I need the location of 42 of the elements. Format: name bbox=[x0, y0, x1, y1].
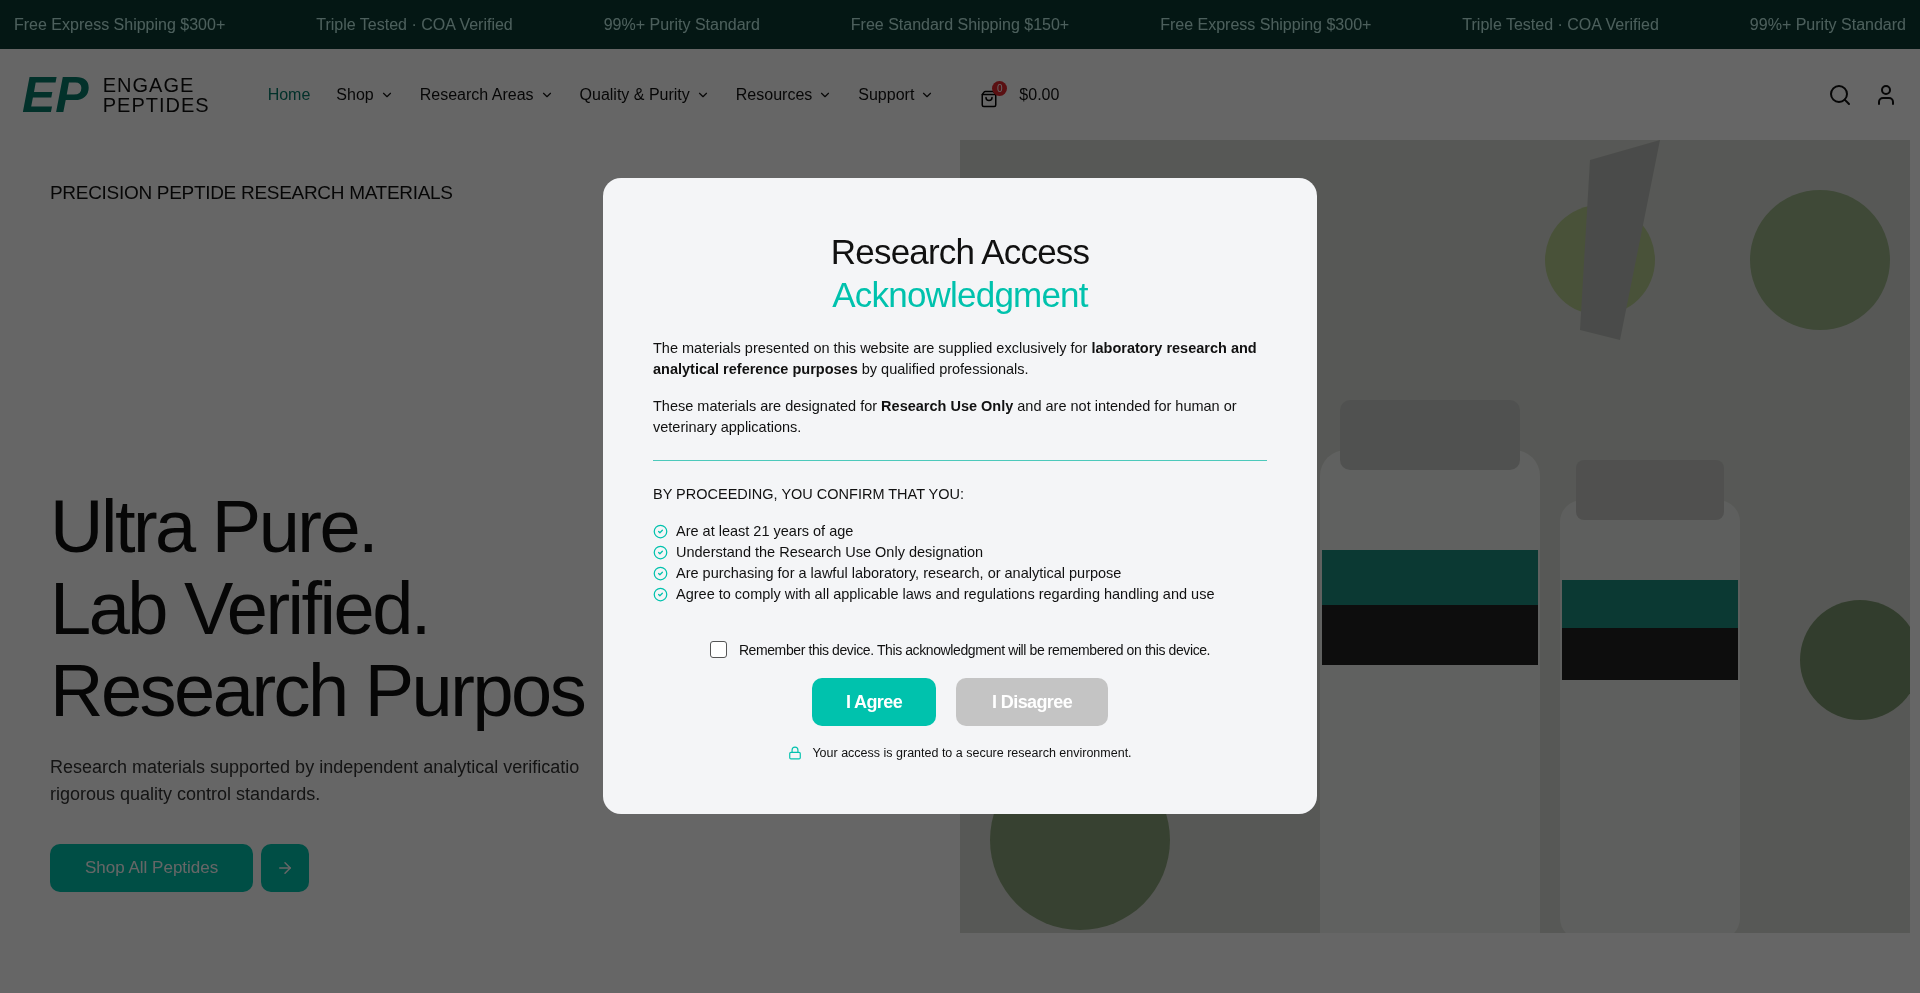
nav-link[interactable]: Home bbox=[267, 85, 311, 104]
hero-heading: Ultra Pure. Lab Verified. Research Purpos bbox=[50, 486, 585, 732]
shop-all-button[interactable]: Shop All Peptides bbox=[50, 844, 254, 892]
logo-text: PEPTIDES bbox=[102, 94, 210, 115]
announcement-text: Free Express Shipping $300+ bbox=[14, 15, 226, 34]
nav-link[interactable]: Shop bbox=[336, 85, 394, 104]
confirm-item: Understand the Research Use Only designation bbox=[676, 543, 984, 561]
cart-total: $0.00 bbox=[1019, 85, 1060, 104]
modal-subtitle: Acknowledgment bbox=[831, 274, 1090, 316]
eyebrow-text: PRECISION PEPTIDE RESEARCH MATERIALS bbox=[50, 182, 454, 204]
modal-paragraph: The materials presented on this website are supplied exclusively for laboratory research and analytical reference purposes by qualified professionals. bbox=[653, 339, 1258, 379]
announcement-text: 99%+ Purity Standard bbox=[1749, 15, 1906, 34]
remember-label: Remember this device. This acknowledgment will be remembered on this device. bbox=[738, 641, 1211, 658]
nav-link[interactable]: Support bbox=[858, 85, 935, 104]
footer-note: Your access is granted to a secure research environment. bbox=[812, 746, 1132, 760]
disagree-button[interactable]: I Disagree bbox=[956, 678, 1109, 726]
cart-count-badge: 0 bbox=[992, 81, 1008, 96]
search-icon[interactable] bbox=[1828, 82, 1852, 107]
check-circle-icon bbox=[653, 544, 668, 560]
check-circle-icon bbox=[653, 523, 668, 539]
remember-checkbox[interactable] bbox=[709, 641, 727, 658]
announcement-text: Triple Tested · COA Verified bbox=[1462, 15, 1659, 34]
nav-link[interactable]: Quality & Purity bbox=[579, 85, 710, 104]
announcement-text: Triple Tested · COA Verified bbox=[316, 15, 513, 34]
modal-title: Research Access bbox=[829, 231, 1091, 273]
check-circle-icon bbox=[653, 586, 668, 602]
logo-text: ENGAGE bbox=[102, 74, 196, 95]
hero-description: Research materials supported by independent analytical verificatio rigorous quality control standards. bbox=[50, 756, 580, 806]
lock-icon bbox=[788, 746, 803, 760]
confirm-heading: BY PROCEEDING, YOU CONFIRM THAT YOU: bbox=[653, 486, 965, 502]
announcement-text: Free Express Shipping $300+ bbox=[1160, 15, 1372, 34]
logo-mark[interactable]: EP bbox=[22, 69, 97, 120]
agree-button[interactable]: I Agree bbox=[811, 678, 937, 726]
nav-link[interactable]: Research Areas bbox=[419, 85, 554, 104]
check-circle-icon bbox=[653, 565, 668, 581]
confirm-item: Agree to comply with all applicable laws and regulations regarding handling and use bbox=[676, 585, 1215, 603]
announcement-text: 99%+ Purity Standard bbox=[603, 15, 760, 34]
confirm-item: Are purchasing for a lawful laboratory, research, or analytical purpose bbox=[676, 564, 1122, 582]
announcement-text: Free Standard Shipping $150+ bbox=[850, 15, 1070, 34]
nav-link[interactable]: Resources bbox=[735, 85, 833, 104]
modal-paragraph: These materials are designated for Research Use Only and are not intended for human or veterinary applications. bbox=[653, 397, 1238, 437]
confirm-item: Are at least 21 years of age bbox=[676, 522, 854, 540]
